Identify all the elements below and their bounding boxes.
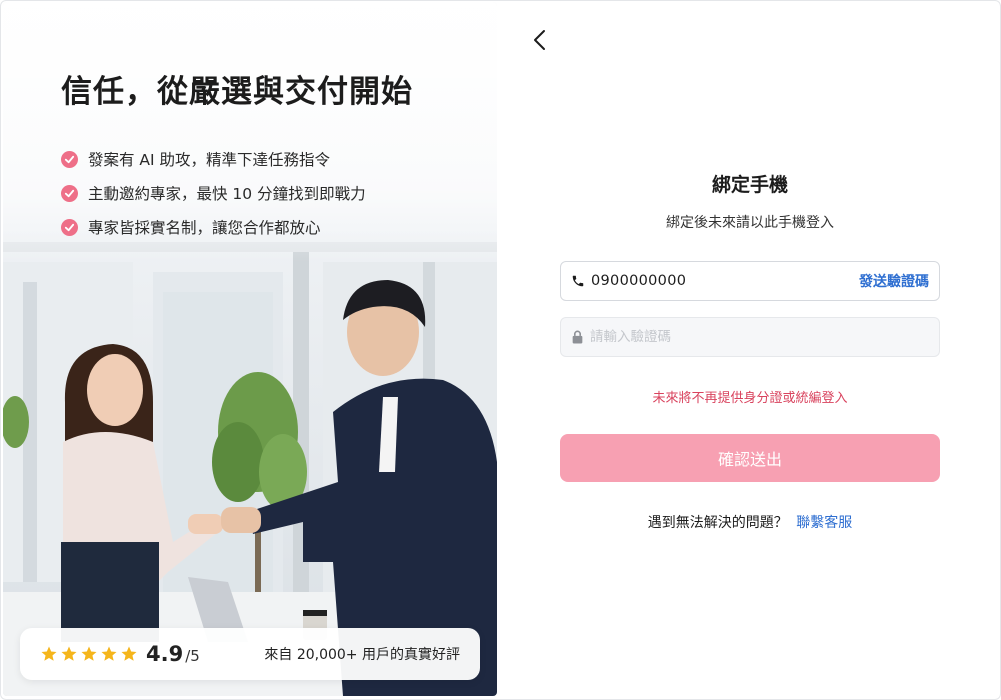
rating-value: 4.9 — [146, 642, 184, 666]
review-count-text: 來自 20,000+ 用戶的真實好評 — [264, 647, 460, 663]
chevron-left-icon — [534, 30, 545, 50]
star-icon — [121, 646, 137, 661]
star-icon — [101, 646, 117, 661]
help-prefix: 遇到無法解決的問題？ — [647, 515, 788, 531]
send-code-button[interactable]: 發送驗證碼 — [859, 271, 929, 291]
star-icon — [41, 646, 57, 661]
rating-card: 4.9 /5 來自 20,000+ 用戶的真實好評 — [20, 628, 480, 680]
submit-button[interactable]: 確認送出 — [560, 434, 940, 482]
star-icon — [61, 646, 77, 661]
lock-icon — [572, 330, 583, 344]
hero-panel: 信任，從嚴選與交付開始 發案有 AI 助攻，精準下達任務指令 主動邀約專家，最快… — [3, 2, 497, 696]
feature-text: 主動邀約專家，最快 10 分鐘找到即戰力 — [88, 185, 366, 203]
back-button[interactable] — [526, 26, 554, 54]
feature-item: 主動邀約專家，最快 10 分鐘找到即戰力 — [61, 176, 366, 210]
star-icon — [81, 646, 97, 661]
star-rating — [40, 645, 138, 663]
phone-number-value: 0900000000 — [591, 273, 687, 289]
check-icon — [61, 150, 78, 168]
feature-item: 專家皆採實名制，讓您合作都放心 — [61, 210, 366, 244]
feature-item: 發案有 AI 助攻，精準下達任務指令 — [61, 142, 366, 176]
help-line: 遇到無法解決的問題？ 聯繫客服 — [560, 512, 940, 532]
form-subtitle: 綁定後未來請以此手機登入 — [666, 215, 834, 231]
phone-field[interactable]: 0900000000 發送驗證碼 — [560, 261, 940, 301]
hero-headline: 信任，從嚴選與交付開始 — [61, 74, 413, 110]
feature-text: 發案有 AI 助攻，精準下達任務指令 — [88, 151, 331, 169]
feature-text: 專家皆採實名制，讓您合作都放心 — [88, 219, 321, 237]
check-icon — [61, 184, 78, 202]
feature-list: 發案有 AI 助攻，精準下達任務指令 主動邀約專家，最快 10 分鐘找到即戰力 … — [61, 142, 366, 244]
check-icon — [61, 218, 78, 236]
login-notice: 未來將不再提供身分證或統編登入 — [652, 391, 848, 406]
phone-icon — [572, 275, 584, 287]
form-title: 綁定手機 — [711, 174, 788, 196]
verification-code-input[interactable] — [590, 329, 890, 345]
rating-max: /5 — [185, 647, 200, 665]
contact-support-link[interactable]: 聯繫客服 — [796, 515, 852, 531]
verification-code-field[interactable] — [560, 317, 940, 357]
